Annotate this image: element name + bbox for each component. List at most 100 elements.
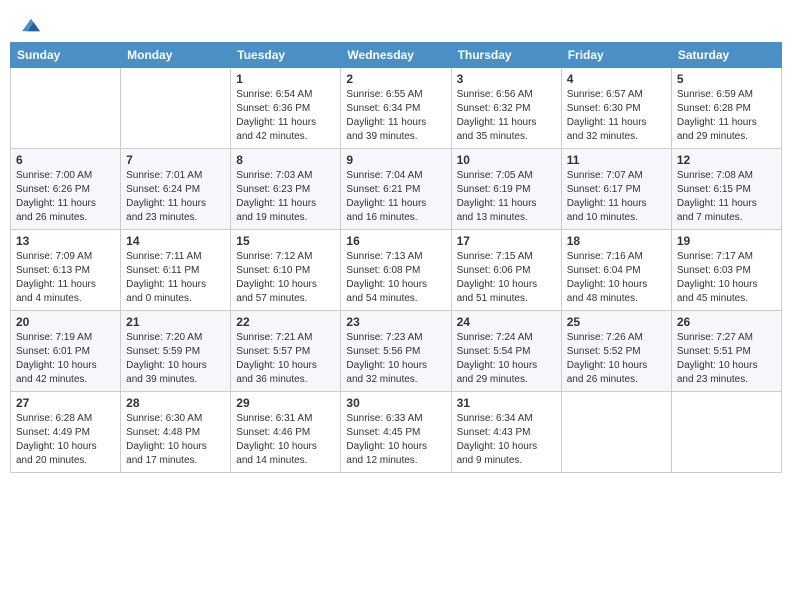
day-number: 20 <box>16 315 115 329</box>
day-info: Sunrise: 7:13 AM Sunset: 6:08 PM Dayligh… <box>346 250 445 306</box>
calendar-cell: 14 Sunrise: 7:11 AM Sunset: 6:11 PM Dayli… <box>121 230 231 311</box>
day-info: Sunrise: 7:15 AM Sunset: 6:06 PM Dayligh… <box>457 250 556 306</box>
day-info: Sunrise: 7:17 AM Sunset: 6:03 PM Dayligh… <box>677 250 776 306</box>
calendar-cell: 26 Sunrise: 7:27 AM Sunset: 5:51 PM Dayli… <box>671 311 781 392</box>
day-header-saturday: Saturday <box>671 43 781 68</box>
day-number: 24 <box>457 315 556 329</box>
day-number: 29 <box>236 396 335 410</box>
day-number: 5 <box>677 72 776 86</box>
day-number: 19 <box>677 234 776 248</box>
calendar-cell <box>561 392 671 473</box>
page-header <box>10 10 782 36</box>
day-info: Sunrise: 7:03 AM Sunset: 6:23 PM Dayligh… <box>236 169 335 225</box>
calendar-cell: 6 Sunrise: 7:00 AM Sunset: 6:26 PM Daylig… <box>11 149 121 230</box>
calendar-cell: 23 Sunrise: 7:23 AM Sunset: 5:56 PM Dayli… <box>341 311 451 392</box>
day-number: 23 <box>346 315 445 329</box>
calendar-cell: 1 Sunrise: 6:54 AM Sunset: 6:36 PM Daylig… <box>231 68 341 149</box>
calendar-table: SundayMondayTuesdayWednesdayThursdayFrid… <box>10 42 782 473</box>
day-info: Sunrise: 6:55 AM Sunset: 6:34 PM Dayligh… <box>346 88 445 144</box>
day-header-wednesday: Wednesday <box>341 43 451 68</box>
day-header-tuesday: Tuesday <box>231 43 341 68</box>
day-info: Sunrise: 7:00 AM Sunset: 6:26 PM Dayligh… <box>16 169 115 225</box>
day-number: 22 <box>236 315 335 329</box>
day-number: 2 <box>346 72 445 86</box>
calendar-cell: 16 Sunrise: 7:13 AM Sunset: 6:08 PM Dayli… <box>341 230 451 311</box>
day-header-monday: Monday <box>121 43 231 68</box>
day-info: Sunrise: 7:19 AM Sunset: 6:01 PM Dayligh… <box>16 331 115 387</box>
calendar-cell: 22 Sunrise: 7:21 AM Sunset: 5:57 PM Dayli… <box>231 311 341 392</box>
day-number: 10 <box>457 153 556 167</box>
calendar-cell: 29Sunrise: 6:31 AM Sunset: 4:46 PM Dayli… <box>231 392 341 473</box>
calendar-cell: 25 Sunrise: 7:26 AM Sunset: 5:52 PM Dayli… <box>561 311 671 392</box>
day-info: Sunrise: 7:27 AM Sunset: 5:51 PM Dayligh… <box>677 331 776 387</box>
day-number: 14 <box>126 234 225 248</box>
calendar-week-row: 1 Sunrise: 6:54 AM Sunset: 6:36 PM Daylig… <box>11 68 782 149</box>
day-number: 9 <box>346 153 445 167</box>
day-number: 4 <box>567 72 666 86</box>
day-info: Sunrise: 7:11 AM Sunset: 6:11 PM Dayligh… <box>126 250 225 306</box>
day-number: 12 <box>677 153 776 167</box>
day-info: Sunrise: 7:04 AM Sunset: 6:21 PM Dayligh… <box>346 169 445 225</box>
day-number: 31 <box>457 396 556 410</box>
calendar-cell: 11 Sunrise: 7:07 AM Sunset: 6:17 PM Dayli… <box>561 149 671 230</box>
day-info: Sunrise: 6:54 AM Sunset: 6:36 PM Dayligh… <box>236 88 335 144</box>
calendar-cell: 2 Sunrise: 6:55 AM Sunset: 6:34 PM Daylig… <box>341 68 451 149</box>
day-header-thursday: Thursday <box>451 43 561 68</box>
day-info: Sunrise: 6:57 AM Sunset: 6:30 PM Dayligh… <box>567 88 666 144</box>
calendar-cell: 13Sunrise: 7:09 AM Sunset: 6:13 PM Dayli… <box>11 230 121 311</box>
day-header-sunday: Sunday <box>11 43 121 68</box>
day-info: Sunrise: 7:23 AM Sunset: 5:56 PM Dayligh… <box>346 331 445 387</box>
day-number: 7 <box>126 153 225 167</box>
calendar-cell: 7 Sunrise: 7:01 AM Sunset: 6:24 PM Daylig… <box>121 149 231 230</box>
calendar-cell: 17 Sunrise: 7:15 AM Sunset: 6:06 PM Dayli… <box>451 230 561 311</box>
day-number: 25 <box>567 315 666 329</box>
day-info: Sunrise: 7:08 AM Sunset: 6:15 PM Dayligh… <box>677 169 776 225</box>
calendar-cell: 24 Sunrise: 7:24 AM Sunset: 5:54 PM Dayli… <box>451 311 561 392</box>
calendar-week-row: 20 Sunrise: 7:19 AM Sunset: 6:01 PM Dayli… <box>11 311 782 392</box>
calendar-cell: 4 Sunrise: 6:57 AM Sunset: 6:30 PM Daylig… <box>561 68 671 149</box>
calendar-cell: 3Sunrise: 6:56 AM Sunset: 6:32 PM Daylig… <box>451 68 561 149</box>
day-info: Sunrise: 6:33 AM Sunset: 4:45 PM Dayligh… <box>346 412 445 468</box>
day-number: 13 <box>16 234 115 248</box>
day-info: Sunrise: 7:16 AM Sunset: 6:04 PM Dayligh… <box>567 250 666 306</box>
calendar-week-row: 13Sunrise: 7:09 AM Sunset: 6:13 PM Dayli… <box>11 230 782 311</box>
calendar-cell: 30 Sunrise: 6:33 AM Sunset: 4:45 PM Dayli… <box>341 392 451 473</box>
calendar-cell: 21 Sunrise: 7:20 AM Sunset: 5:59 PM Dayli… <box>121 311 231 392</box>
day-number: 11 <box>567 153 666 167</box>
day-number: 30 <box>346 396 445 410</box>
day-info: Sunrise: 6:30 AM Sunset: 4:48 PM Dayligh… <box>126 412 225 468</box>
calendar-week-row: 6 Sunrise: 7:00 AM Sunset: 6:26 PM Daylig… <box>11 149 782 230</box>
calendar-header-row: SundayMondayTuesdayWednesdayThursdayFrid… <box>11 43 782 68</box>
day-info: Sunrise: 7:07 AM Sunset: 6:17 PM Dayligh… <box>567 169 666 225</box>
day-number: 17 <box>457 234 556 248</box>
day-info: Sunrise: 7:26 AM Sunset: 5:52 PM Dayligh… <box>567 331 666 387</box>
day-header-friday: Friday <box>561 43 671 68</box>
calendar-cell: 19 Sunrise: 7:17 AM Sunset: 6:03 PM Dayli… <box>671 230 781 311</box>
day-number: 1 <box>236 72 335 86</box>
calendar-cell: 15Sunrise: 7:12 AM Sunset: 6:10 PM Dayli… <box>231 230 341 311</box>
calendar-cell: 12 Sunrise: 7:08 AM Sunset: 6:15 PM Dayli… <box>671 149 781 230</box>
calendar-cell: 8Sunrise: 7:03 AM Sunset: 6:23 PM Daylig… <box>231 149 341 230</box>
day-info: Sunrise: 7:20 AM Sunset: 5:59 PM Dayligh… <box>126 331 225 387</box>
day-info: Sunrise: 7:21 AM Sunset: 5:57 PM Dayligh… <box>236 331 335 387</box>
day-info: Sunrise: 7:01 AM Sunset: 6:24 PM Dayligh… <box>126 169 225 225</box>
calendar-cell: 18Sunrise: 7:16 AM Sunset: 6:04 PM Dayli… <box>561 230 671 311</box>
calendar-week-row: 27 Sunrise: 6:28 AM Sunset: 4:49 PM Dayli… <box>11 392 782 473</box>
calendar-cell: 9 Sunrise: 7:04 AM Sunset: 6:21 PM Daylig… <box>341 149 451 230</box>
day-info: Sunrise: 6:28 AM Sunset: 4:49 PM Dayligh… <box>16 412 115 468</box>
calendar-cell <box>121 68 231 149</box>
calendar-cell: 27 Sunrise: 6:28 AM Sunset: 4:49 PM Dayli… <box>11 392 121 473</box>
day-number: 21 <box>126 315 225 329</box>
day-info: Sunrise: 6:34 AM Sunset: 4:43 PM Dayligh… <box>457 412 556 468</box>
day-number: 15 <box>236 234 335 248</box>
day-number: 6 <box>16 153 115 167</box>
day-info: Sunrise: 7:24 AM Sunset: 5:54 PM Dayligh… <box>457 331 556 387</box>
calendar-cell: 28 Sunrise: 6:30 AM Sunset: 4:48 PM Dayli… <box>121 392 231 473</box>
logo <box>20 18 40 32</box>
day-number: 28 <box>126 396 225 410</box>
day-number: 27 <box>16 396 115 410</box>
day-number: 16 <box>346 234 445 248</box>
day-number: 26 <box>677 315 776 329</box>
calendar-cell: 31 Sunrise: 6:34 AM Sunset: 4:43 PM Dayli… <box>451 392 561 473</box>
day-number: 3 <box>457 72 556 86</box>
